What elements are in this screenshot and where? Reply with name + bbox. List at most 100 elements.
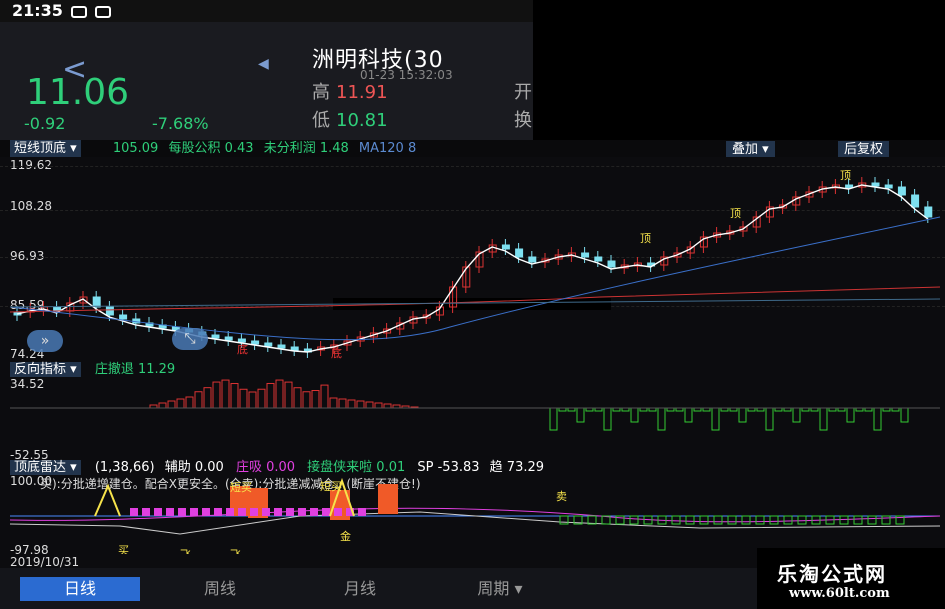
radar-bar <box>202 508 210 516</box>
redaction-box <box>533 0 945 140</box>
radar-peak <box>94 483 121 517</box>
radar-bar <box>713 515 723 525</box>
radar-bar <box>741 515 751 525</box>
last-price: 11.06 <box>26 72 130 113</box>
radar-label: 飞 <box>180 548 191 554</box>
candle <box>105 306 114 316</box>
low-row: 低 10.81 <box>312 110 388 131</box>
adjust-button[interactable]: 后复权 <box>838 141 890 157</box>
candle <box>924 206 933 218</box>
candle <box>224 336 233 341</box>
prev-stock-icon[interactable]: ◀ <box>258 56 269 72</box>
candle <box>594 256 603 262</box>
red-bar <box>275 379 284 409</box>
indicator2-select[interactable]: 反向指标 ▾ <box>10 362 81 377</box>
radar-bar <box>378 484 398 514</box>
red-bar <box>158 402 167 409</box>
candle <box>884 184 893 189</box>
red-bar <box>230 383 239 409</box>
low-value: 10.81 <box>336 110 388 131</box>
turnover-label: 换 <box>514 110 532 131</box>
green-bar <box>549 407 558 431</box>
tab-period[interactable]: 周期 ▾ <box>440 577 560 601</box>
green-bar <box>603 407 612 431</box>
ma5-line <box>16 184 929 353</box>
red-bar <box>266 382 275 409</box>
red-bar <box>365 401 374 409</box>
candle <box>581 252 590 258</box>
indicator3-bar: 顶底雷达 ▾ (1,38,66) 辅助 0.00 庄吸 0.00 接盘侠来啦 0… <box>0 460 945 475</box>
radar-bar <box>853 515 863 525</box>
candlestick-chart: 顶顶顶底底 <box>9 169 941 360</box>
radar-bar <box>881 515 891 525</box>
reverse-indicator-chart <box>10 379 940 431</box>
radar-bar <box>755 515 765 525</box>
chart-date: 2019/10/31 <box>10 555 80 569</box>
radar-bar <box>214 508 222 516</box>
red-bar <box>221 379 230 409</box>
candle <box>237 338 246 343</box>
indicator-value: 105.09 <box>112 141 159 156</box>
indicator3-select[interactable]: 顶底雷达 ▾ <box>10 460 81 475</box>
status-time: 21:35 <box>12 1 63 20</box>
radar-indicator-chart: 短买 短买卖买 金飞 飞 <box>9 477 941 554</box>
bottom-marker: 底 <box>331 346 342 360</box>
overlay-button[interactable]: 叠加 ▾ <box>726 141 775 157</box>
high-value: 11.91 <box>336 82 388 103</box>
tab-weekly[interactable]: 周线 <box>160 577 280 601</box>
eps-value: 每股公积 0.43 <box>168 141 254 156</box>
candle <box>277 344 286 349</box>
red-bar <box>203 387 212 409</box>
red-bar <box>284 381 293 409</box>
green-bar <box>900 407 909 423</box>
radar-bar <box>629 515 639 525</box>
expand-button[interactable]: ⤡ <box>172 328 208 350</box>
bottom-marker: 底 <box>237 342 248 356</box>
radar-bar <box>797 515 807 525</box>
indicator-select[interactable]: 短线顶底 ▾ <box>10 140 81 157</box>
green-bar <box>684 407 693 423</box>
radar-bar <box>262 508 270 516</box>
period-tabs: 日线 周线 月线 周期 ▾ <box>0 568 760 609</box>
red-bar <box>320 384 329 409</box>
candle <box>264 342 273 347</box>
candle <box>528 256 537 263</box>
price-change-pct: -7.68% <box>152 114 209 133</box>
red-bar <box>311 390 320 409</box>
high-row: 高 11.91 <box>312 82 388 103</box>
red-bar <box>167 400 176 409</box>
radar-bar <box>154 508 162 516</box>
red-bar <box>176 398 185 409</box>
green-bar <box>657 407 666 431</box>
radar-label: 金 <box>340 529 351 543</box>
candle <box>871 182 880 187</box>
scroll-left-button[interactable]: » <box>27 330 63 352</box>
notification-icon <box>94 5 111 18</box>
radar-bar <box>190 508 198 516</box>
candle <box>501 244 510 250</box>
undist-value: 未分利润 1.48 <box>263 141 349 156</box>
radar-bar <box>166 508 174 516</box>
radar-bar <box>867 515 877 525</box>
radar-bar <box>699 515 709 525</box>
red-bar <box>239 388 248 409</box>
tab-daily[interactable]: 日线 <box>20 576 140 601</box>
radar-label: 卖 <box>556 490 567 503</box>
green-bar <box>792 407 801 423</box>
red-bar <box>185 396 194 409</box>
top-marker: 顶 <box>640 232 651 245</box>
candle <box>607 260 616 268</box>
green-bar <box>630 407 639 423</box>
red-bar <box>293 387 302 409</box>
indicator2-value: 庄撤退 11.29 <box>94 362 176 377</box>
red-bar <box>329 397 338 409</box>
red-bar <box>347 399 356 409</box>
radar-bar <box>178 508 186 516</box>
radar-bar <box>226 508 234 516</box>
top-marker: 顶 <box>730 207 741 220</box>
tab-monthly[interactable]: 月线 <box>300 577 420 601</box>
stock-header: < ◀ 洲明科技(30 01-23 15:32:03 11.06 -0.92 -… <box>0 22 533 140</box>
open-label: 开 <box>514 82 532 103</box>
watermark-logo: 乐淘公式网 www.60lt.com <box>757 548 945 609</box>
gallery-icon <box>70 5 87 18</box>
